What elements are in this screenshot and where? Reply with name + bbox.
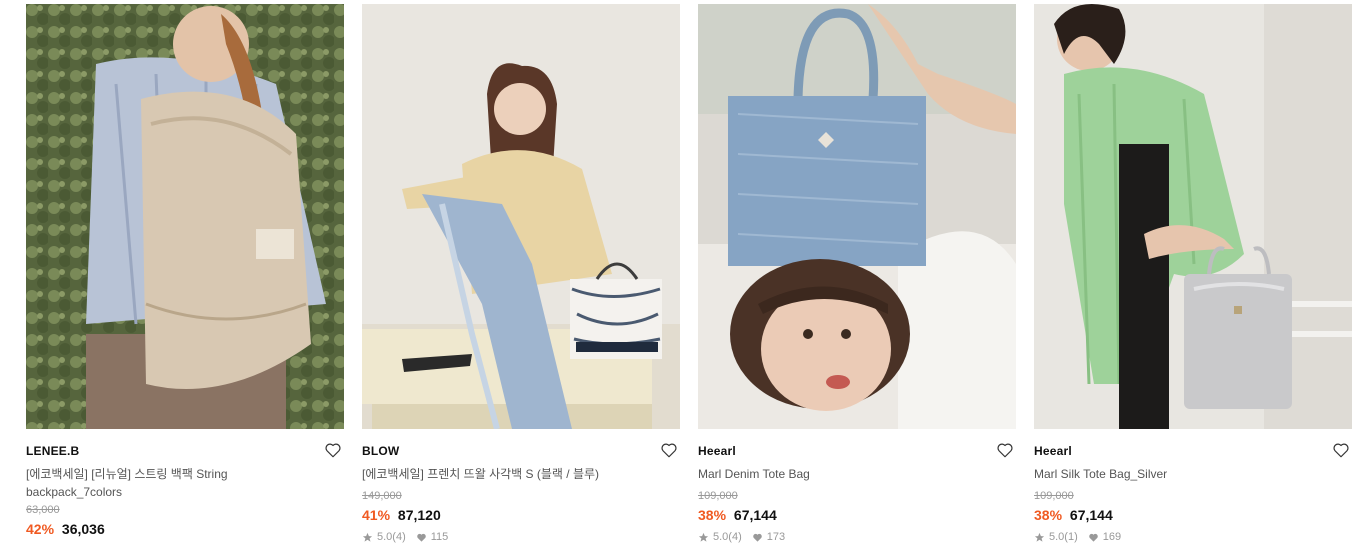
review-count: (4) [392, 531, 406, 543]
original-price: 149,000 [362, 490, 402, 502]
original-price: 109,000 [1034, 490, 1074, 502]
product-name[interactable]: Marl Silk Tote Bag_Silver [1034, 465, 1352, 487]
rating-score: 5.0 [713, 531, 729, 543]
price-row: 38% 67,144 [698, 505, 1016, 525]
star-icon [698, 532, 709, 542]
review-count: (1) [1064, 531, 1078, 543]
denim-tote-photo [698, 4, 1016, 429]
like-count: 115 [430, 531, 449, 543]
model-with-backpack-photo [26, 4, 344, 429]
price-row: 41% 87,120 [362, 505, 680, 525]
original-price: 109,000 [698, 490, 738, 502]
price-row: 42% 36,036 [26, 519, 344, 539]
product-card[interactable]: Heearl Marl Silk Tote Bag_Silver 109,000… [1034, 4, 1352, 543]
product-image[interactable] [26, 4, 344, 429]
brand-name[interactable]: Heearl [698, 444, 736, 458]
silk-tote-photo [1034, 4, 1352, 429]
model-with-tote-photo [362, 4, 680, 429]
product-image[interactable] [362, 4, 680, 429]
star-icon [362, 532, 373, 542]
review-count: (4) [728, 531, 742, 543]
rating-score: 5.0 [1049, 531, 1065, 543]
like-count: 169 [1102, 531, 1122, 543]
product-grid: LENEE.B [에코백세일] [리뉴얼] 스트링 백팩 String back… [0, 0, 1356, 552]
brand-name[interactable]: LENEE.B [26, 444, 79, 458]
product-image[interactable] [1034, 4, 1352, 429]
discount-rate: 38% [698, 507, 727, 523]
product-card[interactable]: LENEE.B [에코백세일] [리뉴얼] 스트링 백팩 String back… [26, 4, 344, 539]
heart-filled-icon [416, 533, 426, 542]
product-image[interactable] [698, 4, 1016, 429]
discount-rate: 42% [26, 521, 55, 537]
heart-icon[interactable] [660, 441, 678, 459]
like-count: 173 [766, 531, 786, 543]
price-row: 38% 67,144 [1034, 505, 1352, 525]
sale-price: 87,120 [397, 507, 441, 523]
review-stats: 5.0 (4) 115 [362, 531, 680, 543]
heart-filled-icon [752, 533, 762, 542]
product-name[interactable]: [에코백세일] 프렌치 뜨왈 사각백 S (블랙 / 블루) [362, 465, 680, 487]
sale-price: 36,036 [61, 521, 105, 537]
heart-icon[interactable] [1332, 441, 1350, 459]
heart-filled-icon [1088, 533, 1098, 542]
discount-rate: 41% [362, 507, 391, 523]
brand-name[interactable]: Heearl [1034, 444, 1072, 458]
review-stats: 5.0 (1) 169 [1034, 531, 1352, 543]
product-card[interactable]: BLOW [에코백세일] 프렌치 뜨왈 사각백 S (블랙 / 블루) 149,… [362, 4, 680, 543]
sale-price: 67,144 [733, 507, 777, 523]
product-card[interactable]: Heearl Marl Denim Tote Bag 109,000 38% 6… [698, 4, 1016, 543]
brand-name[interactable]: BLOW [362, 444, 399, 458]
original-price: 63,000 [26, 504, 60, 516]
heart-icon[interactable] [996, 441, 1014, 459]
review-stats: 5.0 (4) 173 [698, 531, 1016, 543]
rating-score: 5.0 [377, 531, 393, 543]
product-name[interactable]: [에코백세일] [리뉴얼] 스트링 백팩 String backpack_7co… [26, 465, 344, 501]
star-icon [1034, 532, 1045, 542]
heart-icon[interactable] [324, 441, 342, 459]
sale-price: 67,144 [1069, 507, 1113, 523]
product-name[interactable]: Marl Denim Tote Bag [698, 465, 1016, 487]
discount-rate: 38% [1034, 507, 1063, 523]
